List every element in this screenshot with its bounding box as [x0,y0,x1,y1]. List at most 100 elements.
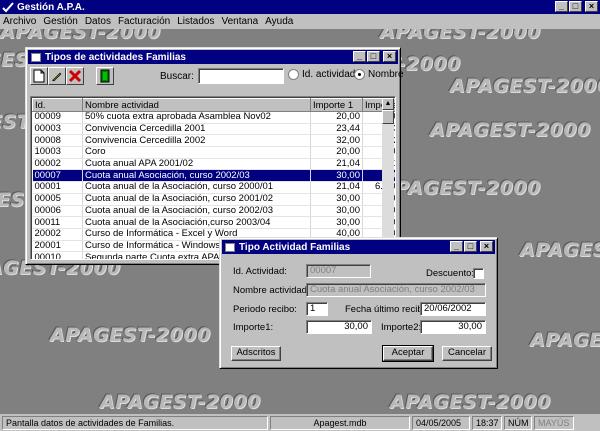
status-message: Pantalla datos de actividades de Familia… [2,415,268,430]
activities-grid[interactable]: Id. Nombre actividad Importe 1 Importe 2… [30,96,396,260]
amount2-input[interactable]: 30,00 [420,320,486,334]
exit-button[interactable] [96,67,114,85]
menu-archivo[interactable]: Archivo [3,16,36,27]
table-row[interactable]: 00003Convivencia Cercedilla 200123,4423,… [32,123,395,136]
scroll-thumb[interactable] [382,110,394,124]
watermark-text: APAGEST-2000 [450,75,600,97]
watermark-text: APAGEST-2000 [530,329,600,351]
cell-amount1: 32,00 [310,134,363,148]
new-document-icon [33,69,45,83]
radio-id-label: Id. actividad [302,69,356,80]
amount1-input[interactable]: 30,00 [306,320,372,334]
status-database-file: Apagest.mdb [270,415,410,430]
column-header-id[interactable]: Id. [32,98,83,112]
detail-window-titlebar[interactable]: Tipo Actividad Familias _ □ × [222,240,495,254]
menu-gestion[interactable]: Gestión [43,16,77,27]
cell-name: Cuota anual de la Asociación,curso 2003/… [82,216,311,229]
period-label: Periodo recibo: [233,304,297,315]
window-icon [31,52,41,62]
table-row[interactable]: 00008Convivencia Cercedilla 200232,0032,… [32,134,395,148]
menu-ayuda[interactable]: Ayuda [265,16,293,27]
cell-amount1: 30,00 [310,205,363,218]
column-header-name[interactable]: Nombre actividad [82,98,311,112]
table-row[interactable]: 00002Cuota anual APA 2001/0221,0421,04 [32,158,395,171]
watermark-text: APAGEST-2000 [0,29,161,43]
app-maximize-button[interactable]: □ [569,1,582,12]
cell-id: 00009 [32,111,83,124]
menu-listados[interactable]: Listados [177,16,214,27]
menu-bar: Archivo Gestión Datos Facturación Listad… [0,14,600,28]
app-minimize-button[interactable]: _ [555,1,568,12]
adscritos-button[interactable]: Adscritos [231,346,281,361]
cell-amount1: 30,00 [310,169,363,183]
app-close-button[interactable]: × [585,1,598,12]
table-row-selected[interactable]: 00007 Cuota anual Asociación, curso 2002/… [32,169,395,183]
delete-x-icon [68,69,82,83]
list-close-button[interactable]: × [383,51,396,62]
cell-id: 10003 [32,146,83,159]
table-row[interactable]: 00001 Cuota anual de la Asociación, curso… [32,181,395,194]
menu-facturacion[interactable]: Facturación [118,16,170,27]
column-header-amount1[interactable]: Importe 1 [310,98,363,112]
menu-datos[interactable]: Datos [85,16,111,27]
watermark-text: APAGEST-2000 [390,391,551,413]
table-row[interactable]: 00005 Cuota anual de la Asociación, curso… [32,193,395,206]
radio-circle [288,69,299,80]
amount1-label: Importe1: [233,322,274,333]
detail-maximize-button[interactable]: □ [464,241,477,252]
radio-search-by-id[interactable]: Id. actividad [288,69,355,80]
status-bar: Pantalla datos de actividades de Familia… [0,414,600,431]
radio-search-by-name[interactable]: Nombre [354,69,404,80]
last-date-input[interactable]: 20/06/2002 [420,302,486,316]
activities-table: Id. Nombre actividad Importe 1 Importe 2… [32,98,395,259]
watermark-text: APAGEST-2000 [430,119,591,141]
new-record-button[interactable] [30,67,48,85]
cell-amount1: 30,00 [310,216,363,229]
watermark-text: APAGEST-2000 [380,29,541,43]
cell-amount1: 23,44 [310,123,363,136]
table-row[interactable]: 00006 Cuota anual de la Asociación, curso… [32,205,395,218]
menu-ventana[interactable]: Ventana [221,16,258,27]
search-label: Buscar: [160,71,194,82]
accept-button[interactable]: Aceptar [382,345,434,362]
cell-id: 00010 [32,251,83,259]
list-window-title: Tipos de actividades Familias [45,51,186,63]
period-input[interactable]: 1 [306,302,328,316]
cancel-button[interactable]: Cancelar [442,346,492,361]
list-maximize-button[interactable]: □ [367,51,380,62]
scroll-up-arrow-icon[interactable]: ▲ [382,98,394,110]
grid-vertical-scrollbar[interactable]: ▲ [382,98,394,258]
window-icon [225,242,235,252]
app-logo-icon [2,1,14,12]
exit-door-icon [100,69,110,83]
cell-name: Coro [82,146,311,159]
cell-id: 00006 [32,205,83,218]
detail-minimize-button[interactable]: _ [450,241,463,252]
table-row[interactable]: 00009 50% cuota extra aprobada Asamblea N… [32,111,395,124]
cell-amount1: 30,00 [310,193,363,206]
edit-record-button[interactable] [48,67,66,85]
activity-types-window: Tipos de actividades Familias _ □ × Busc… [25,47,404,265]
list-window-titlebar[interactable]: Tipos de actividades Familias _ □ × [28,50,398,64]
status-caps-lock: MAYÚS [534,415,574,430]
cell-name: Cuota anual de la Asociación, curso 2001… [82,193,311,206]
delete-record-button[interactable] [66,67,84,85]
search-input[interactable] [198,68,284,84]
list-minimize-button[interactable]: _ [353,51,366,62]
table-row[interactable]: 10003Coro20,0020,00 [32,146,395,159]
detail-window-title: Tipo Actividad Familias [239,241,351,253]
table-row[interactable]: 00011 Cuota anual de la Asociación,curso … [32,216,395,229]
cell-amount1: 20,00 [310,146,363,159]
descuento-checkbox[interactable] [473,268,484,279]
cell-name: 50% cuota extra aprobada Asamblea Nov02 [82,111,311,124]
status-date: 04/05/2005 [412,415,470,430]
edit-pencil-icon [52,72,62,82]
name-field: Cuota anual Asociación, curso 2002/03 [306,283,486,297]
last-date-label: Fecha último recibo: [345,304,431,315]
list-toolbar: Buscar: Id. actividad Nombre [30,67,404,91]
cell-id: 20001 [32,240,83,253]
descuento-label: Descuento: [426,268,475,279]
detail-close-button[interactable]: × [480,241,493,252]
status-num-lock: NÚM [504,415,532,430]
cell-amount1: 21,04 [310,181,363,194]
